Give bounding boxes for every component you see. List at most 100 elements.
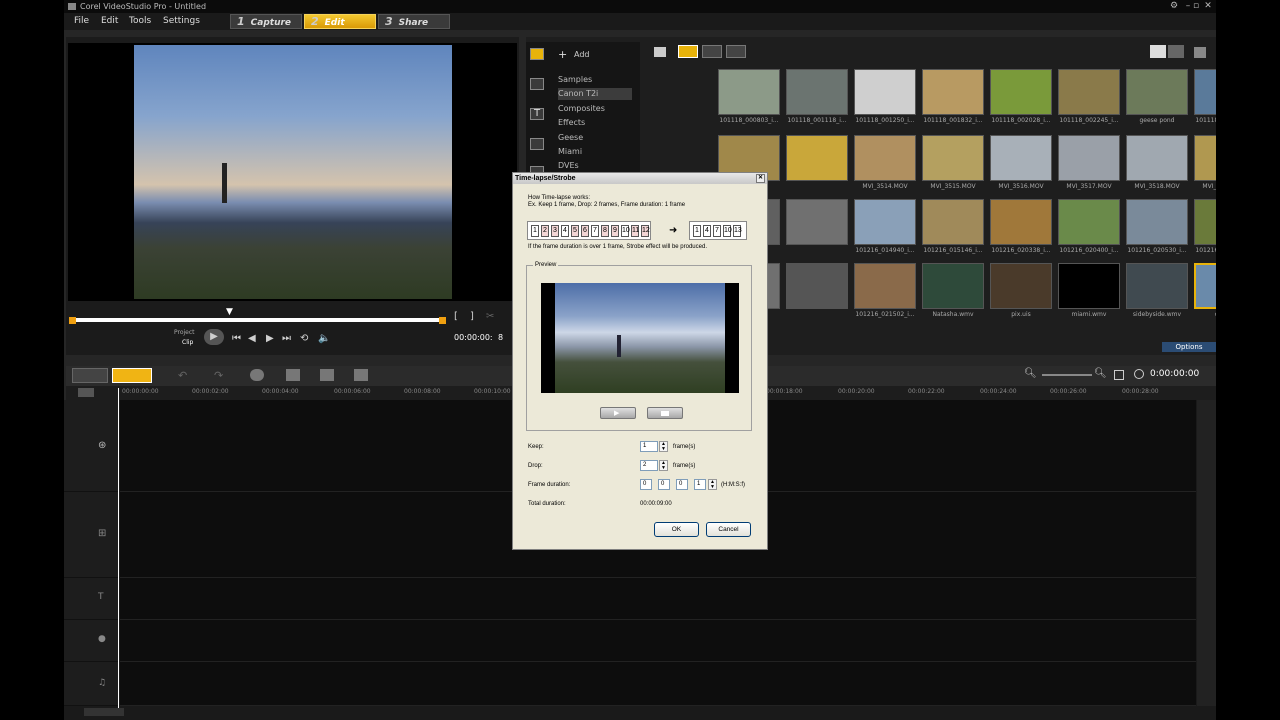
- media-thumbnail[interactable]: [1194, 69, 1216, 115]
- media-thumbnail[interactable]: [1058, 199, 1120, 245]
- playhead-line[interactable]: [118, 388, 119, 708]
- instant-project-icon[interactable]: [530, 78, 544, 90]
- frame-duration-minutes[interactable]: 0: [658, 479, 670, 490]
- folder-samples[interactable]: Samples: [558, 74, 592, 86]
- media-thumbnail[interactable]: [1126, 199, 1188, 245]
- preview-play-button[interactable]: ▶: [600, 407, 636, 419]
- browse-folder-icon[interactable]: [654, 47, 666, 57]
- scrubber-handle[interactable]: ▼: [226, 307, 233, 317]
- media-thumbnail[interactable]: [922, 135, 984, 181]
- media-thumbnail[interactable]: [786, 263, 848, 309]
- folder-miami[interactable]: Miami: [558, 146, 582, 158]
- media-thumbnail[interactable]: [1194, 135, 1216, 181]
- trim-start-marker[interactable]: [69, 317, 76, 324]
- go-to-end-icon[interactable]: ⏭: [282, 333, 291, 345]
- mark-out-icon[interactable]: ]: [470, 311, 474, 323]
- mode-clip-label[interactable]: Clip: [182, 339, 193, 346]
- media-thumbnail[interactable]: [990, 199, 1052, 245]
- volume-icon[interactable]: 🔈: [318, 333, 330, 345]
- track-manager-icon[interactable]: [78, 388, 94, 397]
- media-thumbnail[interactable]: [990, 263, 1052, 309]
- show-audio-icon[interactable]: [726, 45, 746, 58]
- frame-duration-spinner[interactable]: ▲ ▼: [708, 479, 717, 490]
- horizontal-scrollbar[interactable]: [84, 708, 124, 716]
- menu-edit[interactable]: Edit: [101, 13, 118, 30]
- media-thumbnail[interactable]: [786, 199, 848, 245]
- music-track[interactable]: [120, 662, 1196, 706]
- frame-duration-seconds[interactable]: 0: [676, 479, 688, 490]
- tab-edit[interactable]: 2 Edit: [304, 14, 376, 29]
- media-thumbnail[interactable]: [1058, 69, 1120, 115]
- sort-icon[interactable]: [1194, 47, 1206, 58]
- media-thumbnail[interactable]: [922, 199, 984, 245]
- media-thumbnail[interactable]: [1126, 263, 1188, 309]
- media-thumbnail[interactable]: [1194, 199, 1216, 245]
- keep-input[interactable]: 1: [640, 441, 658, 452]
- media-thumbnail[interactable]: [854, 199, 916, 245]
- settings-icon[interactable]: ⚙: [1168, 1, 1180, 12]
- go-to-start-icon[interactable]: ⏮: [232, 333, 241, 345]
- options-button[interactable]: Options: [1162, 342, 1216, 352]
- folder-geese[interactable]: Geese: [558, 132, 583, 144]
- repeat-icon[interactable]: ⟲: [300, 333, 308, 345]
- media-thumbnail[interactable]: [922, 263, 984, 309]
- media-thumbnail[interactable]: [1126, 135, 1188, 181]
- motion-tracking-icon[interactable]: [354, 369, 368, 381]
- show-photos-icon[interactable]: [702, 45, 722, 58]
- media-thumbnail[interactable]: [854, 263, 916, 309]
- graphics-icon[interactable]: [530, 138, 544, 150]
- menu-tools[interactable]: Tools: [129, 13, 151, 30]
- zoom-slider[interactable]: [1042, 374, 1092, 376]
- preview-stop-button[interactable]: [647, 407, 683, 419]
- previous-frame-icon[interactable]: ◀: [248, 333, 256, 345]
- media-thumbnail[interactable]: [854, 135, 916, 181]
- frame-duration-frames[interactable]: 1: [694, 479, 706, 490]
- voice-track[interactable]: [120, 620, 1196, 662]
- media-thumbnail[interactable]: [990, 135, 1052, 181]
- dialog-close-button[interactable]: ✕: [756, 174, 765, 183]
- media-thumbnail[interactable]: [922, 69, 984, 115]
- folder-effects[interactable]: Effects: [558, 117, 585, 129]
- media-thumbnail[interactable]: [786, 69, 848, 115]
- play-button[interactable]: ▶: [204, 329, 224, 345]
- restore-button[interactable]: ▫: [1190, 1, 1202, 12]
- drop-input[interactable]: 2: [640, 460, 658, 471]
- menu-file[interactable]: File: [74, 13, 89, 30]
- mark-in-icon[interactable]: [: [454, 311, 458, 323]
- player-timecode[interactable]: 00:00:00:: [454, 333, 493, 342]
- vertical-scrollbar[interactable]: [1197, 400, 1216, 706]
- storyboard-view-button[interactable]: [72, 368, 108, 383]
- media-thumbnail[interactable]: [854, 69, 916, 115]
- add-folder-icon[interactable]: +: [558, 48, 567, 61]
- media-thumbnail[interactable]: [786, 135, 848, 181]
- menu-settings[interactable]: Settings: [163, 13, 200, 30]
- media-thumbnail[interactable]: [990, 69, 1052, 115]
- media-icon[interactable]: [530, 48, 544, 60]
- keep-spinner[interactable]: ▲ ▼: [659, 441, 668, 452]
- record-capture-icon[interactable]: [250, 369, 264, 381]
- media-thumbnail[interactable]: [1058, 263, 1120, 309]
- show-videos-icon[interactable]: [678, 45, 698, 58]
- split-clip-icon[interactable]: ✂: [486, 311, 494, 323]
- media-thumbnail[interactable]: [1126, 69, 1188, 115]
- folder-dves[interactable]: DVEs: [558, 160, 579, 172]
- title-track[interactable]: [120, 578, 1196, 620]
- media-thumbnail[interactable]: [1194, 263, 1216, 309]
- title-icon[interactable]: T: [530, 108, 544, 120]
- zoom-in-icon[interactable]: 🔍︎: [1094, 368, 1107, 379]
- drop-spinner[interactable]: ▲ ▼: [659, 460, 668, 471]
- close-button[interactable]: ✕: [1202, 1, 1214, 12]
- media-thumbnail[interactable]: [718, 69, 780, 115]
- zoom-out-icon[interactable]: 🔍︎: [1024, 368, 1037, 379]
- tab-capture[interactable]: 1 Capture: [230, 14, 302, 29]
- mode-project-label[interactable]: Project: [174, 329, 195, 336]
- undo-icon[interactable]: ↶: [178, 369, 187, 382]
- thumbnail-view-icon[interactable]: [1168, 45, 1184, 58]
- trim-end-marker[interactable]: [439, 317, 446, 324]
- auto-music-icon[interactable]: [320, 369, 334, 381]
- add-folder-label[interactable]: Add: [574, 50, 590, 59]
- redo-icon[interactable]: ↷: [214, 369, 223, 382]
- next-frame-icon[interactable]: ▶: [266, 333, 274, 345]
- timeline-timecode[interactable]: 0:00:00:00: [1150, 369, 1199, 379]
- fit-project-icon[interactable]: [1114, 370, 1124, 380]
